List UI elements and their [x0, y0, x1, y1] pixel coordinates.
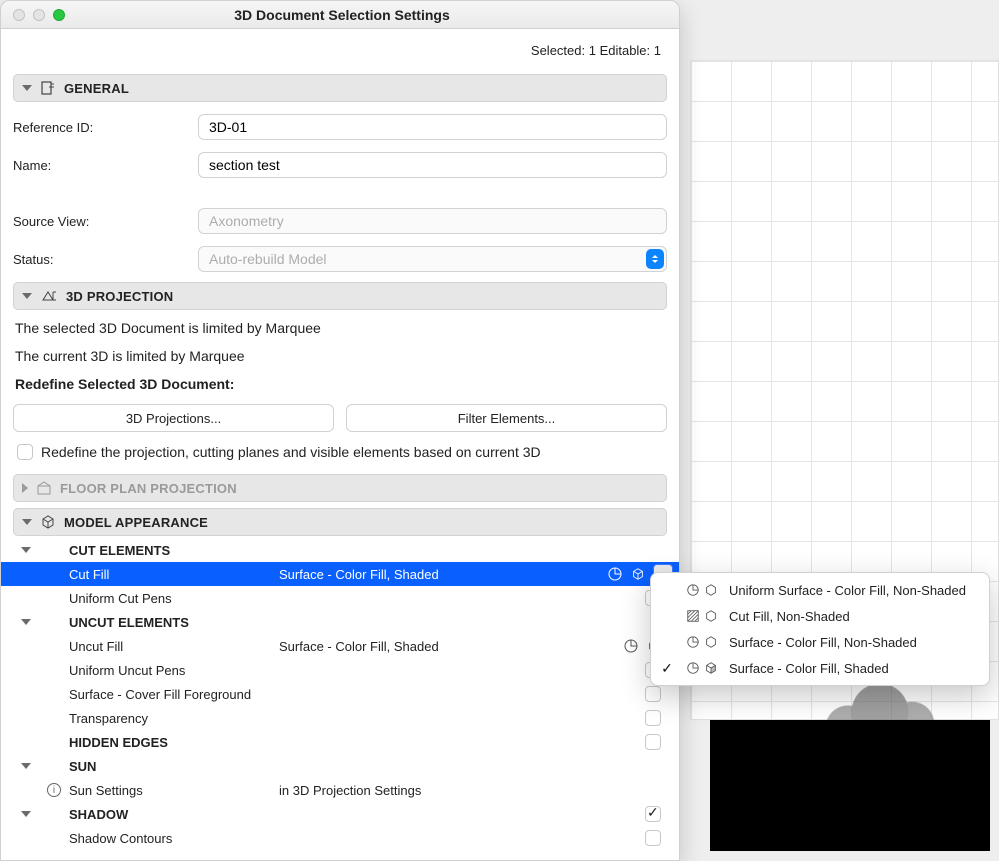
row-cut-fill-value: Surface - Color Fill, Shaded: [279, 567, 607, 582]
section-3d-projection[interactable]: 3D PROJECTION: [13, 282, 667, 310]
row-uncut-fill-label: Uncut Fill: [69, 639, 279, 654]
shadow-contours-checkbox[interactable]: [645, 830, 661, 846]
row-cover-fill-foreground-label: Surface - Cover Fill Foreground: [69, 687, 251, 702]
menu-item-cut-fill-non-shaded[interactable]: Cut Fill, Non-Shaded: [651, 603, 989, 629]
status-label: Status:: [13, 252, 198, 267]
row-sun-settings[interactable]: i Sun Settings in 3D Projection Settings: [13, 778, 667, 802]
group-shadow-label: SHADOW: [69, 807, 279, 822]
cube-icon: [40, 514, 56, 530]
hidden-edges-checkbox[interactable]: [645, 734, 661, 750]
chevron-down-icon: [21, 619, 31, 625]
section-floor-plan-title: FLOOR PLAN PROJECTION: [60, 481, 237, 496]
chevron-down-icon: [21, 547, 31, 553]
redefine-label: Redefine Selected 3D Document:: [13, 364, 667, 392]
source-view-field: [198, 208, 667, 234]
pie-icon: [607, 566, 623, 582]
pie-cube-icon: [685, 583, 719, 597]
row-uniform-cut-pens-label: Uniform Cut Pens: [69, 591, 279, 606]
section-model-appearance-title: MODEL APPEARANCE: [64, 515, 208, 530]
reference-id-label: Reference ID:: [13, 120, 198, 135]
minimize-icon[interactable]: [33, 9, 45, 21]
source-view-label: Source View:: [13, 214, 198, 229]
shadow-checkbox[interactable]: [645, 806, 661, 822]
status-select[interactable]: [198, 246, 667, 272]
marquee-note-selected: The selected 3D Document is limited by M…: [13, 310, 667, 336]
zoom-icon[interactable]: [53, 9, 65, 21]
reference-id-input[interactable]: [198, 114, 667, 140]
menu-item-surface-non-shaded[interactable]: Surface - Color Fill, Non-Shaded: [651, 629, 989, 655]
group-hidden-edges[interactable]: HIDDEN EDGES: [13, 730, 667, 754]
section-general-title: GENERAL: [64, 81, 129, 96]
group-shadow[interactable]: SHADOW: [13, 802, 667, 826]
name-label: Name:: [13, 158, 198, 173]
hatch-cube-icon: [685, 609, 719, 623]
projection-icon: [40, 288, 58, 304]
row-transparency-label: Transparency: [69, 711, 279, 726]
pie-cube-icon: [685, 635, 719, 649]
group-sun[interactable]: SUN: [13, 754, 667, 778]
section-floor-plan[interactable]: FLOOR PLAN PROJECTION: [13, 474, 667, 502]
redefine-checkbox-label: Redefine the projection, cutting planes …: [41, 444, 541, 460]
row-sun-settings-value: in 3D Projection Settings: [279, 783, 661, 798]
menu-item-surface-shaded[interactable]: ✓ Surface - Color Fill, Shaded: [651, 655, 989, 681]
cut-fill-dropdown-menu: Uniform Surface - Color Fill, Non-Shaded…: [650, 572, 990, 686]
menu-item-label: Cut Fill, Non-Shaded: [729, 609, 850, 624]
row-uncut-fill-value: Surface - Color Fill, Shaded: [279, 639, 623, 654]
section-3d-projection-title: 3D PROJECTION: [66, 289, 173, 304]
titlebar: 3D Document Selection Settings: [1, 1, 679, 29]
section-model-appearance[interactable]: MODEL APPEARANCE: [13, 508, 667, 536]
floorplan-icon: [36, 480, 52, 496]
row-uniform-uncut-pens[interactable]: Uniform Uncut Pens: [13, 658, 667, 682]
group-uncut-elements-label: UNCUT ELEMENTS: [69, 615, 279, 630]
chevron-down-icon: [21, 811, 31, 817]
chevron-down-icon: [22, 519, 32, 525]
transparency-checkbox[interactable]: [645, 710, 661, 726]
menu-item-label: Surface - Color Fill, Shaded: [729, 661, 889, 676]
cube-icon: [631, 567, 645, 581]
row-cover-fill-foreground[interactable]: Surface - Cover Fill Foreground: [13, 682, 667, 706]
chevron-down-icon: [22, 293, 32, 299]
chevron-right-icon: [22, 483, 28, 493]
row-shadow-contours[interactable]: Shadow Contours: [13, 826, 667, 850]
marquee-note-current: The current 3D is limited by Marquee: [13, 336, 667, 364]
row-uniform-uncut-pens-label: Uniform Uncut Pens: [69, 663, 279, 678]
menu-item-label: Uniform Surface - Color Fill, Non-Shaded: [729, 583, 966, 598]
info-icon: i: [47, 783, 61, 797]
redefine-checkbox[interactable]: [17, 444, 33, 460]
pie-cube-shaded-icon: [685, 661, 719, 675]
window-title: 3D Document Selection Settings: [65, 7, 679, 23]
group-cut-elements[interactable]: CUT ELEMENTS: [13, 538, 667, 562]
chevron-down-icon: [22, 85, 32, 91]
row-transparency[interactable]: Transparency: [13, 706, 667, 730]
name-input[interactable]: [198, 152, 667, 178]
row-uncut-fill[interactable]: Uncut Fill Surface - Color Fill, Shaded: [13, 634, 667, 658]
group-hidden-edges-label: HIDDEN EDGES: [69, 735, 279, 750]
3d-projections-button[interactable]: 3D Projections...: [13, 404, 334, 432]
settings-window: 3D Document Selection Settings Selected:…: [0, 0, 680, 861]
close-icon[interactable]: [13, 9, 25, 21]
section-general[interactable]: GENERAL: [13, 74, 667, 102]
filter-elements-button[interactable]: Filter Elements...: [346, 404, 667, 432]
row-cut-fill[interactable]: Cut Fill Surface - Color Fill, Shaded ›: [1, 562, 679, 586]
status-select-value[interactable]: [198, 246, 667, 272]
cover-fill-foreground-checkbox[interactable]: [645, 686, 661, 702]
menu-item-uniform-surface-non-shaded[interactable]: Uniform Surface - Color Fill, Non-Shaded: [651, 577, 989, 603]
general-icon: [40, 80, 56, 96]
row-uniform-cut-pens[interactable]: Uniform Cut Pens: [13, 586, 667, 610]
group-cut-elements-label: CUT ELEMENTS: [69, 543, 279, 558]
menu-item-label: Surface - Color Fill, Non-Shaded: [729, 635, 917, 650]
row-shadow-contours-label: Shadow Contours: [69, 831, 279, 846]
group-uncut-elements[interactable]: UNCUT ELEMENTS: [13, 610, 667, 634]
row-sun-settings-label: Sun Settings: [69, 783, 279, 798]
chevron-updown-icon[interactable]: [646, 249, 664, 269]
canvas-black-box: [710, 720, 990, 851]
group-sun-label: SUN: [69, 759, 279, 774]
selection-status: Selected: 1 Editable: 1: [13, 29, 667, 68]
row-cut-fill-label: Cut Fill: [69, 567, 279, 582]
pie-icon: [623, 638, 639, 654]
chevron-down-icon: [21, 763, 31, 769]
